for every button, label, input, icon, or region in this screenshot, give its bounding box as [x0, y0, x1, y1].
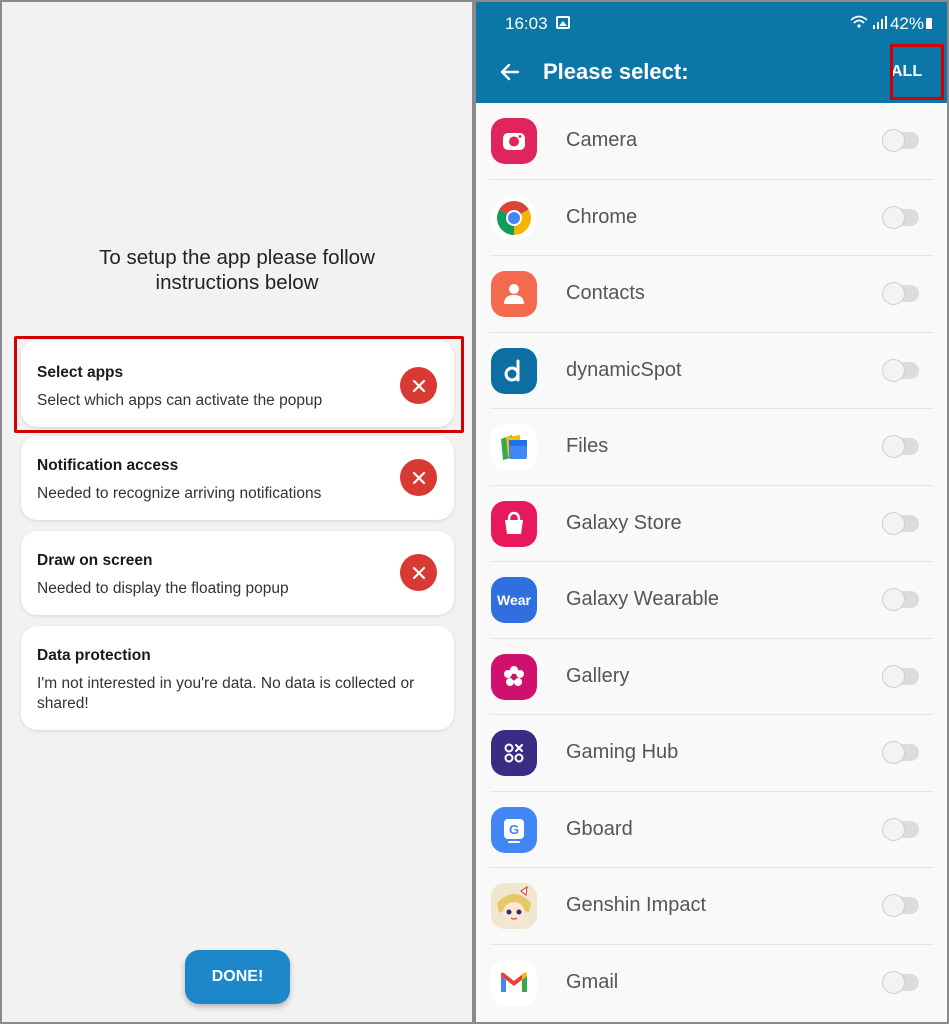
battery-icon: [926, 18, 932, 29]
files-icon: [491, 424, 537, 470]
card-data-protection: Data protection I'm not interested in yo…: [21, 626, 454, 730]
galaxy-store-icon: [491, 500, 537, 547]
list-item[interactable]: Files: [476, 409, 947, 486]
toggle-knob: [882, 282, 905, 305]
app-toggle[interactable]: [882, 511, 919, 535]
svg-text:G: G: [509, 822, 519, 837]
app-toggle[interactable]: [882, 282, 919, 305]
toggle-knob: [882, 358, 905, 382]
toggle-knob: [882, 205, 905, 229]
card-subtitle: I'm not interested in you're data. No da…: [37, 675, 415, 712]
app-toggle[interactable]: [882, 205, 919, 229]
list-item[interactable]: Contacts: [476, 256, 947, 333]
app-name: Gboard: [566, 817, 633, 840]
app-toggle[interactable]: [882, 664, 919, 688]
battery-label: 42%: [889, 14, 924, 33]
card-subtitle: Needed to display the floating popup: [37, 580, 289, 597]
list-item[interactable]: Chrome: [476, 180, 947, 256]
app-toggle[interactable]: [882, 129, 919, 152]
contacts-icon: [491, 271, 537, 317]
close-icon[interactable]: [400, 459, 437, 496]
toggle-knob: [882, 511, 905, 535]
app-toggle[interactable]: [882, 817, 919, 841]
app-toggle[interactable]: [882, 588, 919, 611]
card-draw-on-screen[interactable]: Draw on screen Needed to display the flo…: [21, 531, 454, 615]
app-select-screen: 16:03 42% Please select: ALL Camera Chro…: [476, 2, 947, 1022]
list-item[interactable]: G Gboard: [476, 792, 947, 868]
list-item[interactable]: Genshin Impact: [476, 868, 947, 945]
battery-percent: 42%: [890, 14, 932, 34]
list-item[interactable]: Galaxy Store: [476, 486, 947, 562]
list-item[interactable]: Gallery: [476, 639, 947, 715]
app-toggle[interactable]: [882, 358, 919, 382]
card-title: Draw on screen: [37, 552, 153, 569]
app-name: Galaxy Store: [566, 511, 682, 534]
status-time: 16:03: [505, 14, 548, 33]
close-icon[interactable]: [400, 554, 437, 591]
image-notification-icon: [556, 16, 570, 29]
toggle-knob: [882, 741, 905, 764]
status-bar: 16:03 42%: [476, 2, 947, 41]
toggle-knob: [882, 664, 905, 688]
highlight-box-select-apps: [14, 336, 464, 433]
setup-screen: To setup the app please follow instructi…: [2, 2, 472, 1022]
app-name: Gallery: [566, 664, 630, 687]
intro-line-1: To setup the app please follow: [99, 246, 375, 269]
app-toggle[interactable]: [882, 435, 919, 458]
gmail-icon: [491, 959, 537, 1006]
list-item[interactable]: Wear Galaxy Wearable: [476, 562, 947, 639]
app-name: Galaxy Wearable: [566, 588, 720, 610]
app-toggle[interactable]: [882, 894, 919, 917]
list-item[interactable]: Camera: [476, 103, 947, 180]
toggle-knob: [882, 817, 905, 841]
intro-line-2: instructions below: [155, 271, 319, 294]
gallery-icon: [491, 653, 537, 700]
highlight-box-all: [890, 44, 944, 100]
card-notification-access[interactable]: Notification access Needed to recognize …: [21, 436, 454, 520]
gaming-hub-icon: [491, 730, 537, 776]
list-item[interactable]: dynamicSpot: [476, 333, 947, 409]
app-name: Genshin Impact: [566, 894, 707, 916]
setup-instructions: To setup the app please follow instructi…: [2, 245, 472, 295]
app-name: Gmail: [566, 970, 619, 993]
app-name: Contacts: [566, 282, 645, 304]
done-button[interactable]: DONE!: [185, 950, 290, 1004]
card-subtitle: Needed to recognize arriving notificatio…: [37, 485, 322, 502]
page-title: Please select:: [543, 59, 689, 84]
app-toggle[interactable]: [882, 741, 919, 764]
camera-icon: [491, 118, 537, 164]
toggle-knob: [882, 129, 905, 152]
screenshot-frame: To setup the app please follow instructi…: [0, 0, 949, 1024]
app-name: Files: [566, 435, 609, 457]
list-item[interactable]: Gmail: [476, 945, 947, 1022]
card-title: Data protection: [37, 647, 151, 664]
app-list: Camera Chrome Contacts dynamicSpot Files…: [476, 103, 947, 1021]
app-name: Gaming Hub: [566, 741, 679, 763]
list-item[interactable]: Gaming Hub: [476, 715, 947, 792]
toggle-knob: [882, 588, 905, 611]
chrome-icon: [491, 194, 537, 241]
gboard-icon: G: [491, 806, 537, 853]
toggle-knob: [882, 435, 905, 458]
galaxy-wearable-icon: Wear: [491, 577, 537, 623]
wifi-signal-icon: [849, 14, 889, 33]
toggle-knob: [882, 894, 905, 917]
toggle-knob: [882, 970, 905, 994]
app-name: Chrome: [566, 205, 638, 228]
app-name: dynamicSpot: [566, 358, 682, 381]
card-title: Notification access: [37, 457, 179, 474]
app-bar: Please select: ALL: [476, 41, 947, 103]
dynamicspot-icon: [491, 347, 537, 394]
app-name: Camera: [566, 129, 638, 151]
back-arrow-icon[interactable]: [498, 60, 522, 84]
genshin-impact-icon: [491, 883, 537, 929]
app-toggle[interactable]: [882, 970, 919, 994]
